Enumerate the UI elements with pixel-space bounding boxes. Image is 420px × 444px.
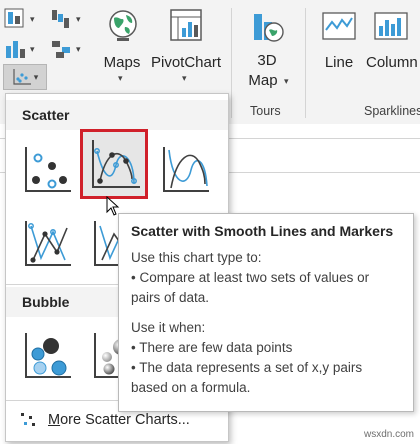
more-scatter-charts-link[interactable]: More Scatter Charts...	[20, 412, 190, 428]
line-label: Line	[324, 54, 354, 71]
column-sparkline-button[interactable]: Column	[364, 8, 420, 74]
chevron-down-icon: ▾	[33, 71, 39, 82]
watermark-text: wsxdn.com	[363, 429, 414, 440]
3d-map-icon	[254, 14, 284, 42]
column-label: Column	[366, 54, 418, 71]
bubble-chart-option[interactable]	[15, 324, 79, 388]
waterfall-chart-icon	[52, 10, 69, 28]
scatter-straight-lines-markers-icon	[25, 221, 71, 266]
column-chart-icon	[6, 41, 25, 58]
tours-group-label: Tours	[250, 104, 281, 118]
scatter-smooth-lines-option[interactable]	[153, 138, 217, 202]
tooltip-use-bullet-1b: pairs of data.	[131, 290, 210, 305]
chevron-down-icon: ▾	[182, 73, 187, 83]
scatter-smooth-lines-icon	[163, 147, 209, 192]
more-link-accesskey: M	[48, 412, 61, 428]
tooltip-use-intro: Use this chart type to:	[131, 250, 262, 265]
scatter-section-header: Scatter	[6, 100, 228, 130]
insert-hierarchy-chart-button[interactable]: ▾	[50, 38, 81, 60]
tooltip-title: Scatter with Smooth Lines and Markers	[131, 223, 394, 239]
bar-chart-icon	[4, 8, 24, 28]
chevron-down-icon: ▾	[76, 43, 81, 54]
chevron-down-icon: ▾	[118, 73, 123, 83]
tooltip-when-bullet-1: • There are few data points	[131, 340, 293, 355]
column-sparkline-icon	[374, 12, 408, 40]
tooltip-when-bullet-2a: • The data represents a set of x,y pairs	[131, 360, 363, 375]
pivotchart-label: PivotChart	[150, 54, 222, 71]
chevron-down-icon: ▾	[76, 13, 81, 24]
line-sparkline-icon	[322, 12, 356, 40]
hierarchy-chart-icon	[52, 41, 70, 58]
more-scatter-charts-label: More Scatter Charts...	[48, 412, 190, 428]
scatter-smooth-lines-markers-icon	[92, 140, 140, 188]
line-sparkline-button[interactable]: Line	[318, 8, 360, 74]
bubble-icon	[25, 333, 71, 378]
scatter-icon	[25, 147, 71, 192]
scatter-straight-lines-markers-option[interactable]	[15, 212, 79, 276]
3d-map-label-line2: Map	[248, 72, 278, 89]
maps-label: Maps	[103, 54, 141, 71]
insert-scatter-chart-button[interactable]: ▾	[3, 64, 47, 90]
more-link-rest: ore Scatter Charts...	[60, 412, 190, 428]
scatter-markers-only-option[interactable]	[15, 138, 79, 202]
tooltip-when-bullet-2b: based on a formula.	[131, 380, 251, 395]
pivotchart-button[interactable]: PivotChart ▾	[150, 8, 222, 83]
scatter-small-icon	[21, 413, 35, 426]
insert-combo-chart-button[interactable]: ▾	[4, 8, 35, 30]
chart-type-tooltip: Scatter with Smooth Lines and Markers Us…	[118, 213, 414, 412]
sparklines-group-label: Sparklines	[364, 104, 420, 118]
ribbon-divider	[305, 8, 306, 118]
chevron-down-icon: ▾	[30, 43, 35, 54]
chevron-down-icon: ▾	[284, 76, 289, 86]
pivotchart-icon	[170, 9, 202, 41]
chevron-down-icon: ▾	[30, 13, 35, 24]
insert-column-chart-button[interactable]: ▾	[4, 38, 35, 60]
ribbon-divider	[231, 8, 232, 118]
tooltip-when-intro: Use it when:	[131, 320, 206, 335]
tooltip-use-bullet-1a: • Compare at least two sets of values or	[131, 270, 370, 285]
scatter-chart-icon	[13, 69, 31, 85]
globe-icon	[109, 10, 137, 41]
maps-button[interactable]: Maps ▾	[99, 8, 145, 83]
scatter-smooth-lines-markers-option[interactable]	[80, 129, 148, 199]
3d-map-label-line1: 3D	[257, 52, 277, 69]
3d-map-button[interactable]: 3D Map ▾	[238, 8, 296, 90]
insert-waterfall-chart-button[interactable]: ▾	[50, 8, 81, 30]
